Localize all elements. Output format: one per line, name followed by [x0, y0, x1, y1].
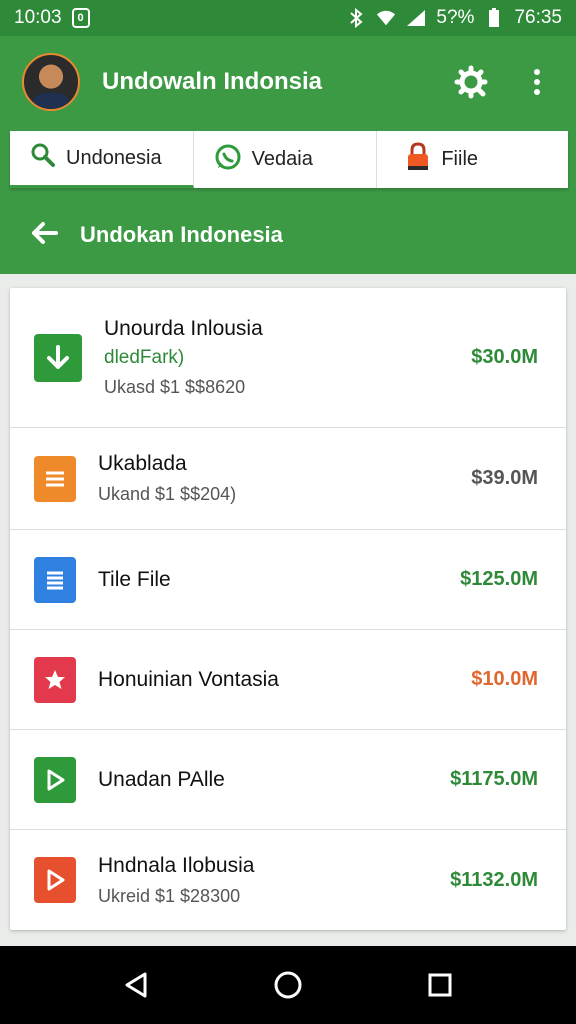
item-subtitle: dledFark)	[104, 347, 185, 368]
tab-label: Fiile	[441, 148, 479, 170]
app-bar: Undowaln Indonsia	[0, 36, 576, 128]
status-bar: 10:03 0 5?% 76:35	[0, 0, 576, 36]
list-item[interactable]: Ukablada Ukand $1 $$204) $39.0M	[10, 428, 566, 530]
app-title: Undowaln Indonsia	[102, 68, 322, 95]
play-icon	[34, 857, 76, 903]
item-amount: $30.0M	[471, 346, 538, 368]
item-title: Unourda Inlousia	[104, 317, 263, 340]
status-clock: 76:35	[514, 7, 562, 28]
item-title: Unadan PAlle	[98, 767, 225, 791]
system-nav-bar	[0, 946, 576, 1024]
whatsapp-icon	[214, 143, 242, 177]
item-amount: $1175.0M	[450, 768, 538, 790]
item-title: Ukablada	[98, 452, 187, 475]
download-icon	[34, 333, 82, 382]
lock-icon	[405, 141, 431, 178]
tab-fiile[interactable]: Fiile	[377, 131, 568, 188]
content-area: Unourda Inlousia dledFark) Ukasd $1 $$86…	[0, 274, 576, 946]
item-meta: Ukand $1 $$204)	[98, 484, 237, 504]
wifi-icon	[376, 8, 396, 28]
bluetooth-icon	[346, 8, 366, 28]
notification-badge: 0	[71, 8, 90, 28]
signal-icon	[406, 8, 426, 28]
avatar[interactable]	[22, 53, 80, 111]
sub-header: Undokan Indonesia	[0, 196, 576, 274]
item-title: Hndnala Ilobusia	[98, 853, 255, 877]
play-icon	[34, 756, 76, 803]
search-icon	[30, 142, 56, 174]
more-vert-icon[interactable]	[520, 65, 554, 99]
back-triangle-icon[interactable]	[116, 965, 156, 1005]
arrow-back-icon[interactable]	[30, 221, 58, 250]
item-amount: $125.0M	[460, 568, 538, 590]
item-meta: Ukreid $1 $28300	[98, 885, 241, 906]
list-item[interactable]: Honuinian Vontasia $10.0M	[10, 630, 566, 730]
tab-label: Vedaia	[251, 148, 313, 170]
doc-file-icon	[34, 556, 76, 603]
list-item[interactable]: Unourda Inlousia dledFark) Ukasd $1 $$86…	[10, 288, 566, 428]
battery-percent: 5?%	[436, 7, 475, 28]
item-amount: $39.0M	[471, 467, 538, 489]
star-icon	[34, 656, 76, 703]
list-item[interactable]: Tile File $125.0M	[10, 530, 566, 630]
list-item[interactable]: Hndnala Ilobusia Ukreid $1 $28300 $1132.…	[10, 830, 566, 930]
item-title: Honuinian Vontasia	[98, 667, 279, 691]
home-circle-icon[interactable]	[268, 965, 308, 1005]
tab-vedaia[interactable]: Vedaia	[194, 131, 378, 188]
item-amount: $10.0M	[471, 668, 538, 690]
document-icon	[34, 455, 76, 502]
tab-bar: Undonesia Vedaia Fiile	[10, 131, 568, 188]
item-list: Unourda Inlousia dledFark) Ukasd $1 $$86…	[10, 288, 566, 930]
item-amount: $1132.0M	[450, 868, 538, 891]
item-meta: Ukasd $1 $$8620	[104, 377, 246, 397]
battery-icon	[484, 8, 504, 28]
tab-undonesia[interactable]: Undonesia	[10, 131, 194, 188]
list-item[interactable]: Unadan PAlle $1175.0M	[10, 730, 566, 830]
search-icon[interactable]	[454, 65, 488, 99]
item-title: Tile File	[98, 567, 171, 591]
sub-header-title: Undokan Indonesia	[80, 222, 283, 247]
recents-square-icon[interactable]	[420, 965, 460, 1005]
status-time: 10:03	[14, 7, 62, 28]
tab-label: Undonesia	[66, 146, 162, 169]
